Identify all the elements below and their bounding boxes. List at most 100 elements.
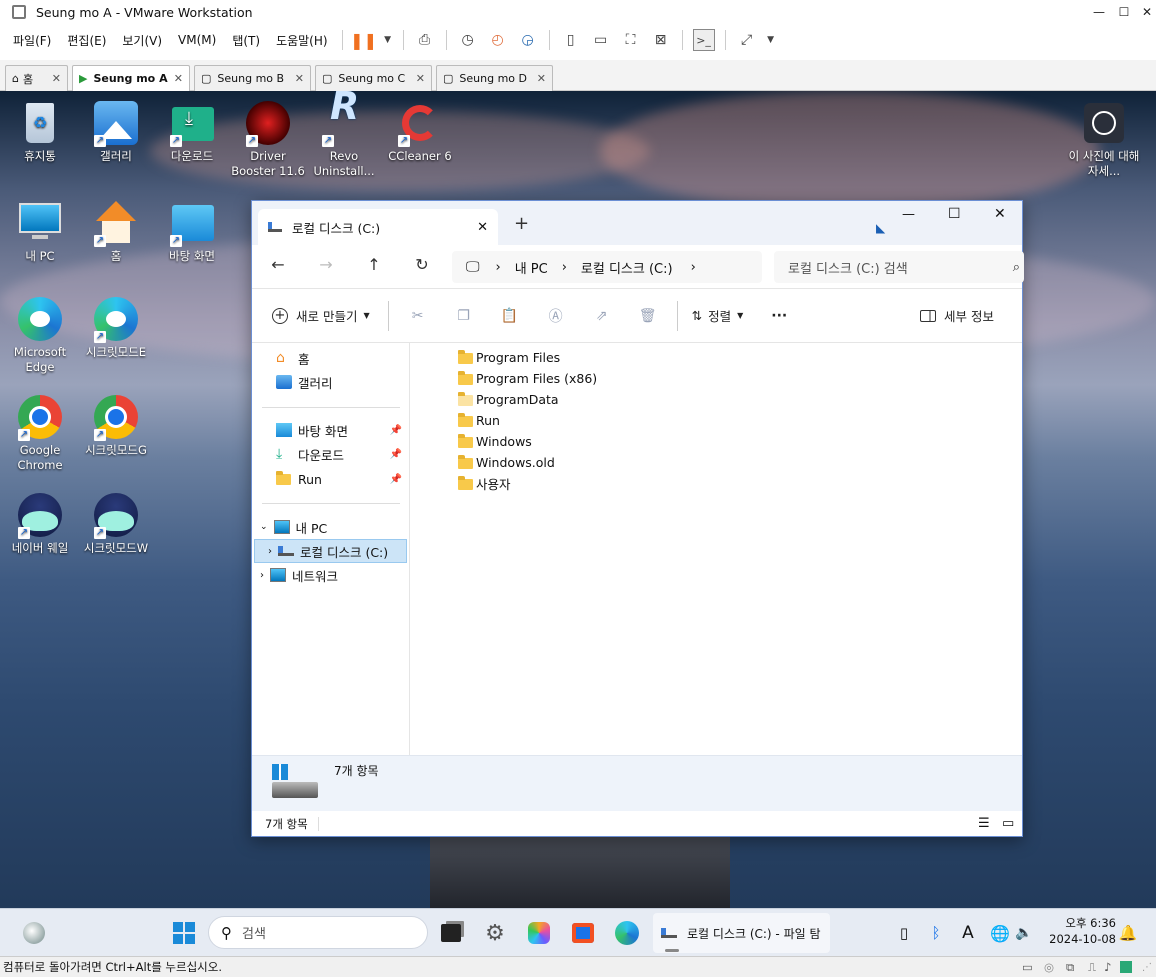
desktop-icon-whale[interactable]: ↗ 네이버 웨일: [2, 491, 78, 556]
network-adapter-icon[interactable]: ⧉: [1066, 960, 1074, 975]
fullscreen-icon[interactable]: ⛶: [620, 29, 642, 51]
file-item[interactable]: Windows.old: [458, 452, 555, 473]
desktop-icon-chrome[interactable]: ↗ Google Chrome: [2, 393, 78, 473]
tab-seung-mo-c[interactable]: ▢ Seung mo C ✕: [315, 65, 432, 91]
usb-device-icon[interactable]: ▯: [890, 919, 918, 947]
refresh-icon[interactable]: ↻: [408, 255, 436, 279]
rename-icon[interactable]: Ⓐ: [546, 306, 566, 326]
copy-icon[interactable]: ❐: [454, 306, 474, 326]
settings-icon[interactable]: ⚙: [481, 919, 509, 947]
usb-icon[interactable]: ⎍: [1088, 960, 1096, 975]
edge-taskbar-icon[interactable]: [613, 919, 641, 947]
forward-arrow-icon[interactable]: →: [312, 255, 340, 279]
file-explorer-window[interactable]: 로컬 디스크 (C:) ✕ + — ☐ ✕ ◣ ← → ↑ ↻ 🖵 › 내 PC…: [251, 200, 1024, 837]
desktop-icon-ccleaner[interactable]: ↗ CCleaner 6: [382, 99, 458, 164]
chevron-down-icon[interactable]: ▼: [766, 29, 776, 51]
snapshot-icon[interactable]: ◷: [457, 29, 479, 51]
menu-tab[interactable]: 탭(T): [224, 32, 268, 49]
tiles-view-icon[interactable]: ▭: [1002, 816, 1014, 831]
desktop-icon-incognito-chrome[interactable]: ↗ 시크릿모드G: [78, 393, 154, 458]
nav-this-pc[interactable]: ⌄ 내 PC: [260, 516, 327, 538]
nav-gallery[interactable]: 갤러리: [276, 371, 333, 393]
nav-downloads[interactable]: ⤓ 다운로드 📌: [276, 443, 406, 465]
tab-seung-mo-a[interactable]: ▶ Seung mo A ✕: [72, 65, 190, 91]
more-options-button[interactable]: ···: [771, 308, 787, 324]
snapshot-manager-icon[interactable]: ◶: [517, 29, 539, 51]
share-icon[interactable]: ⇗: [592, 306, 612, 326]
pin-icon[interactable]: 📌: [390, 474, 402, 485]
cut-icon[interactable]: ✂: [408, 306, 428, 326]
back-arrow-icon[interactable]: ←: [264, 255, 292, 279]
file-item[interactable]: Run: [458, 410, 500, 431]
breadcrumb-this-pc[interactable]: 내 PC: [515, 258, 548, 277]
taskbar-explorer-window[interactable]: 로컬 디스크 (C:) - 파일 탐: [653, 913, 830, 953]
close-icon[interactable]: ✕: [52, 72, 61, 85]
sound-icon[interactable]: ♪: [1104, 960, 1111, 974]
store-icon[interactable]: [569, 919, 597, 947]
explorer-tab[interactable]: 로컬 디스크 (C:) ✕: [258, 209, 498, 245]
pin-icon[interactable]: 📌: [390, 425, 402, 436]
taskbar-search-box[interactable]: ⚲ 검색: [208, 916, 428, 949]
start-button[interactable]: [170, 919, 198, 947]
nav-home[interactable]: ⌂ 홈: [276, 347, 310, 369]
search-box[interactable]: 로컬 디스크 (C:) 검색 ⌕: [774, 251, 1024, 283]
file-item[interactable]: 사용자: [458, 473, 511, 494]
new-tab-button[interactable]: +: [514, 213, 529, 234]
revert-snapshot-icon[interactable]: ◴: [487, 29, 509, 51]
widgets-weather-icon[interactable]: [20, 919, 48, 947]
desktop-icon-driver-booster[interactable]: ↗ Driver Booster 11.6: [230, 99, 306, 179]
unity-icon[interactable]: ⊠: [650, 29, 672, 51]
nav-local-disk[interactable]: › 로컬 디스크 (C:): [268, 540, 388, 562]
breadcrumb[interactable]: 🖵 › 내 PC › 로컬 디스크 (C:) ›: [452, 251, 762, 283]
desktop-icon-downloads[interactable]: ⤓ ↗ 다운로드: [154, 99, 230, 164]
tab-home[interactable]: ⌂ 홈 ✕: [5, 65, 68, 91]
hard-disk-icon[interactable]: ▭: [1022, 960, 1033, 974]
bluetooth-icon[interactable]: ᛒ: [922, 919, 950, 947]
desktop-icon-this-pc[interactable]: 내 PC: [2, 199, 78, 264]
stretch-view-icon[interactable]: ⤢: [736, 29, 758, 51]
chevron-down-icon[interactable]: ▼: [383, 29, 393, 51]
details-pane-button[interactable]: 세부 정보: [920, 306, 994, 325]
tab-seung-mo-d[interactable]: ▢ Seung mo D ✕: [436, 65, 553, 91]
spotlight-info[interactable]: 이 사진에 대해 자세...: [1066, 99, 1142, 179]
tab-seung-mo-b[interactable]: ▢ Seung mo B ✕: [194, 65, 311, 91]
volume-icon[interactable]: 🔈: [1010, 919, 1038, 947]
desktop-icon-desktop[interactable]: ↗ 바탕 화면: [154, 199, 230, 264]
file-item[interactable]: Program Files (x86): [458, 368, 597, 389]
nav-run[interactable]: Run 📌: [276, 468, 406, 490]
copilot-icon[interactable]: [525, 919, 553, 947]
console-view-icon[interactable]: ▭: [590, 29, 612, 51]
send-ctrl-alt-del-icon[interactable]: ⎙: [414, 29, 436, 51]
close-icon[interactable]: ✕: [477, 220, 488, 235]
paste-icon[interactable]: 📋: [500, 306, 520, 326]
maximize-button[interactable]: ☐: [948, 206, 961, 222]
menu-vm[interactable]: VM(M): [170, 33, 224, 47]
desktop-icon-recycle-bin[interactable]: ♻ 휴지통: [2, 99, 78, 164]
pause-icon[interactable]: ❚❚: [350, 29, 377, 51]
file-item[interactable]: Windows: [458, 431, 532, 452]
menu-edit[interactable]: 편집(E): [59, 32, 114, 49]
minimize-button[interactable]: —: [1085, 0, 1113, 24]
cd-rom-icon[interactable]: ◎: [1044, 960, 1054, 974]
close-icon[interactable]: ✕: [295, 72, 304, 85]
list-view-icon[interactable]: ☰: [978, 816, 990, 831]
delete-icon[interactable]: 🗑: [638, 306, 658, 326]
close-icon[interactable]: ✕: [537, 72, 546, 85]
nav-network[interactable]: › 네트워크: [260, 564, 338, 586]
file-item[interactable]: Program Files: [458, 347, 560, 368]
minimize-button[interactable]: —: [902, 207, 915, 222]
breadcrumb-local-disk[interactable]: 로컬 디스크 (C:): [581, 258, 673, 277]
desktop-icon-edge[interactable]: Microsoft Edge: [2, 295, 78, 375]
desktop-icon-revo-uninstaller[interactable]: R ↗ Revo Uninstall...: [306, 91, 382, 179]
terminal-icon[interactable]: >_: [692, 29, 715, 51]
desktop-icon-incognito-edge[interactable]: ↗ 시크릿모드E: [78, 295, 154, 360]
close-button[interactable]: ✕: [1133, 0, 1156, 24]
close-button[interactable]: ✕: [994, 206, 1006, 222]
file-item[interactable]: ProgramData: [458, 389, 559, 410]
close-icon[interactable]: ✕: [416, 72, 425, 85]
new-button[interactable]: + 새로 만들기 ▼: [272, 306, 370, 325]
sort-button[interactable]: ⇅ 정렬 ▼: [692, 306, 744, 325]
desktop-icon-gallery[interactable]: ↗ 갤러리: [78, 99, 154, 164]
sidebar-toggle-icon[interactable]: ▯: [560, 29, 582, 51]
vm-message-icon[interactable]: [1120, 961, 1132, 973]
